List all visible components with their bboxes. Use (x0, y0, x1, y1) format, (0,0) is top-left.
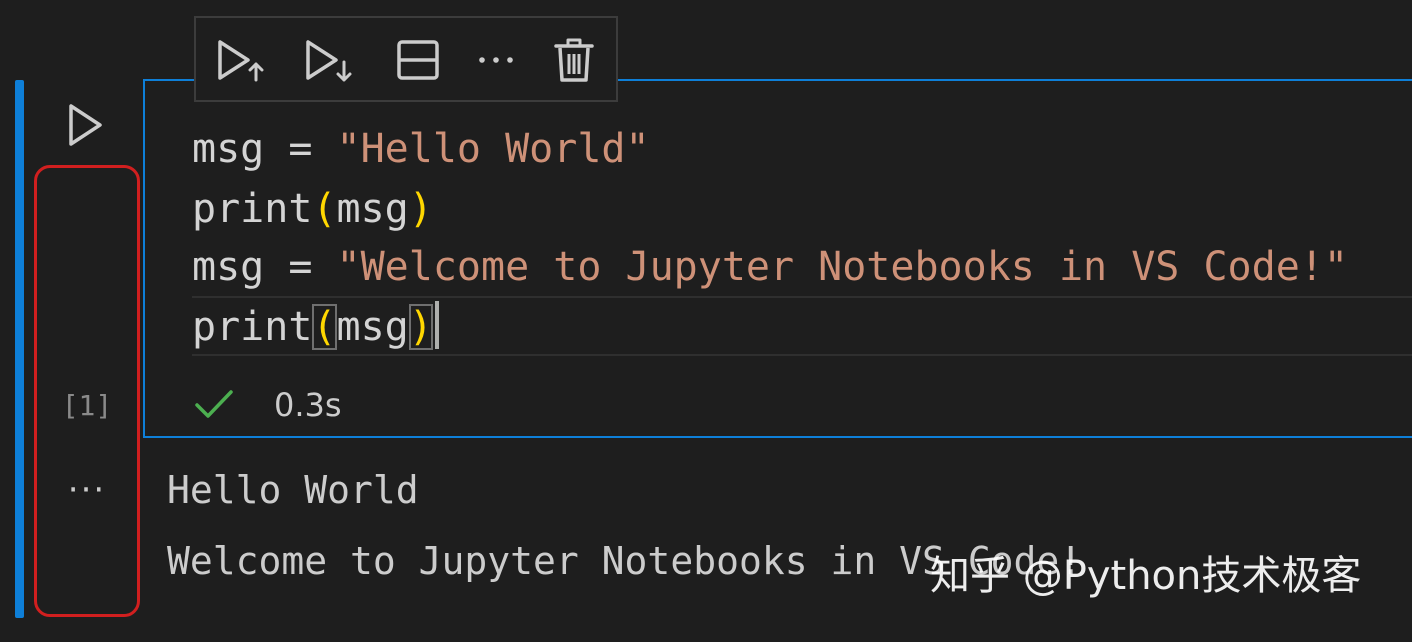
function-name: print (192, 304, 313, 350)
run-below-icon (306, 40, 352, 82)
run-above-button[interactable] (212, 34, 268, 86)
code-line[interactable]: msg = "Hello World" (192, 120, 650, 178)
more-actions-icon (479, 57, 513, 63)
play-icon (69, 104, 102, 146)
cell-focus-indicator (15, 80, 24, 618)
code-text: msg = (192, 244, 337, 290)
split-cell-icon (397, 40, 439, 80)
close-paren: ) (408, 186, 433, 232)
string-literal: "Hello World" (336, 126, 650, 172)
run-above-icon (218, 40, 264, 82)
output-more-actions-button[interactable]: ··· (60, 470, 114, 514)
argument: msg (336, 304, 409, 350)
function-name: print (192, 186, 313, 232)
delete-cell-button[interactable] (546, 34, 602, 86)
open-paren: ( (312, 186, 337, 232)
check-icon (195, 390, 233, 418)
text-cursor (434, 301, 439, 349)
split-cell-button[interactable] (390, 34, 446, 86)
execution-count: [1] (61, 389, 113, 422)
run-cell-button[interactable] (60, 100, 110, 150)
delete-icon (554, 38, 594, 82)
code-line-active[interactable]: print(msg) (192, 298, 439, 356)
argument: msg (336, 186, 409, 232)
code-line[interactable]: msg = "Welcome to Jupyter Notebooks in V… (192, 238, 1348, 296)
execution-duration: 0.3s (274, 386, 342, 424)
code-line[interactable]: print(msg) (192, 180, 433, 238)
run-below-button[interactable] (300, 34, 356, 86)
string-literal: "Welcome to Jupyter Notebooks in VS Code… (336, 244, 1348, 290)
output-line: Hello World (167, 468, 419, 512)
close-paren: ) (408, 304, 433, 350)
more-actions-button[interactable] (468, 34, 524, 86)
cell-toolbar (194, 16, 618, 102)
code-text: msg = (192, 126, 337, 172)
watermark: 知乎 @Python技术极客 (930, 553, 1362, 599)
open-paren: ( (312, 304, 337, 350)
